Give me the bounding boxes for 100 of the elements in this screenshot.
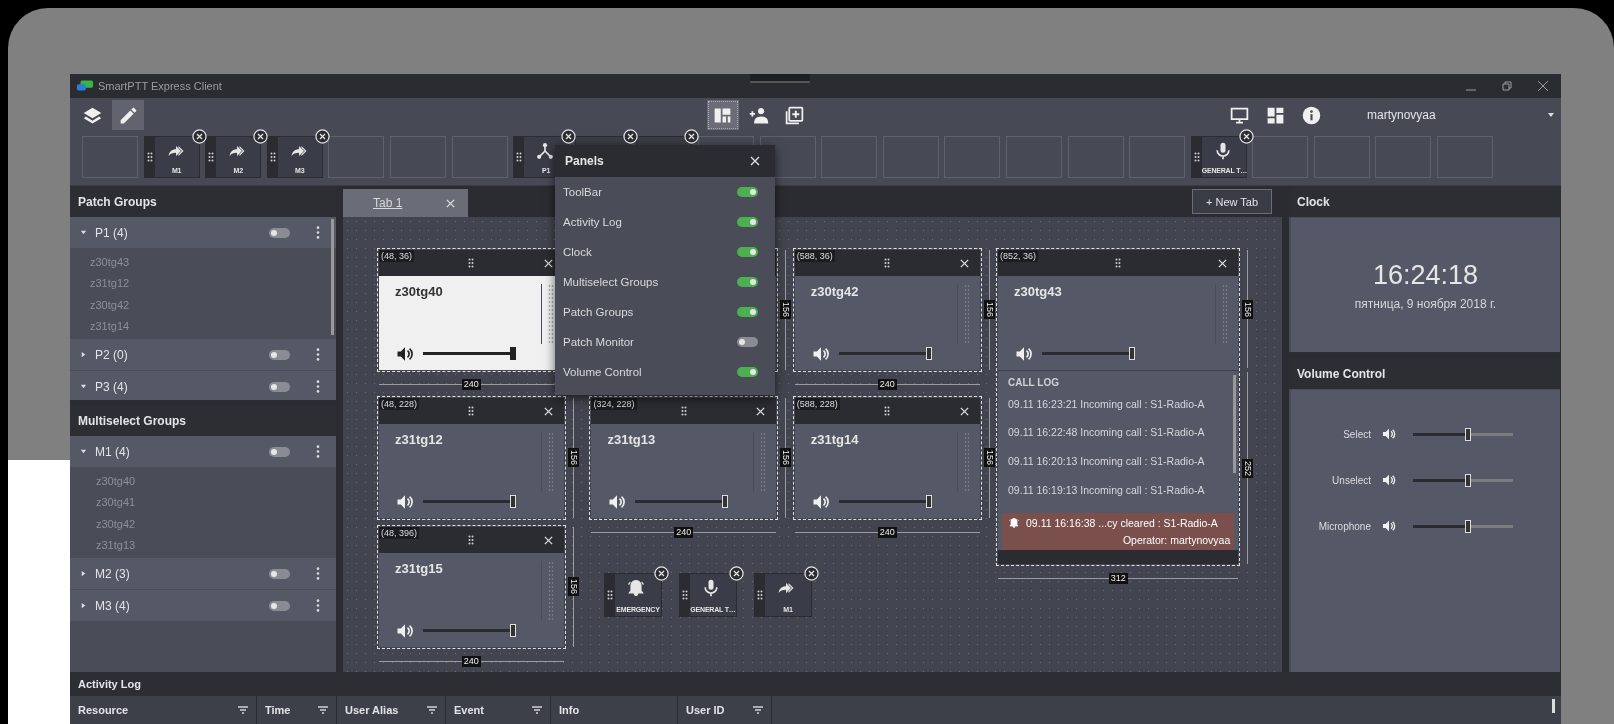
group-row[interactable]: P1 (4) bbox=[70, 217, 336, 249]
log-detail: Operator: martynovyaa bbox=[1121, 534, 1231, 549]
speaker-grill-icon bbox=[540, 560, 554, 621]
column-header[interactable]: User ID bbox=[678, 696, 772, 724]
pencil-icon[interactable] bbox=[112, 100, 144, 130]
log-entry[interactable]: 09.11 16:19:13 Incoming call : S1-Radio-A bbox=[1008, 483, 1231, 513]
toggle-switch[interactable] bbox=[269, 446, 290, 457]
speaker-icon[interactable] bbox=[1381, 426, 1397, 442]
group-row[interactable]: P3 (4) bbox=[70, 371, 336, 400]
group-name: P1 (4) bbox=[95, 225, 129, 240]
group-row[interactable]: M2 (3) bbox=[70, 558, 336, 590]
log-entry[interactable]: 09.11 16:20:13 Incoming call : S1-Radio-A bbox=[1008, 455, 1231, 484]
channel-name: z31tg15 bbox=[394, 560, 444, 576]
toggle-switch[interactable] bbox=[269, 227, 290, 238]
more-icon[interactable] bbox=[316, 226, 320, 239]
toggle-switch[interactable] bbox=[737, 277, 758, 287]
filter-icon[interactable] bbox=[238, 706, 248, 714]
scrollbar[interactable] bbox=[331, 219, 334, 335]
log-entry[interactable]: 09.11 16:23:21 Incoming call : S1-Radio-A bbox=[1008, 397, 1231, 427]
expand-arrow-icon[interactable] bbox=[80, 351, 87, 358]
column-header[interactable]: Resource bbox=[70, 696, 257, 724]
toggle-switch[interactable] bbox=[737, 337, 758, 347]
microphone-icon bbox=[701, 578, 721, 598]
speaker-grill-icon bbox=[956, 431, 970, 492]
restore-icon[interactable] bbox=[1501, 80, 1513, 92]
column-header[interactable]: Event bbox=[446, 696, 551, 724]
collapse-arrow-icon[interactable] bbox=[80, 448, 87, 455]
channel-widget[interactable]: (588, 228) z31tg14 bbox=[794, 397, 980, 518]
toggle-switch[interactable] bbox=[737, 307, 758, 317]
dimension-label: 156 bbox=[567, 448, 579, 468]
channel-widget[interactable] bbox=[998, 249, 1239, 564]
channel-widget[interactable]: (48, 396) z31tg15 bbox=[378, 526, 564, 647]
close-icon[interactable] bbox=[542, 534, 554, 546]
toggle-switch[interactable] bbox=[269, 349, 290, 360]
column-header[interactable]: Info bbox=[551, 696, 678, 724]
scrollbar[interactable] bbox=[1233, 374, 1237, 473]
filter-icon[interactable] bbox=[318, 706, 328, 714]
drag-grip[interactable] bbox=[750, 74, 810, 83]
filter-icon[interactable] bbox=[427, 706, 437, 714]
column-header[interactable]: Time bbox=[257, 696, 337, 724]
drag-handle-icon[interactable] bbox=[468, 405, 475, 416]
toggle-switch[interactable] bbox=[737, 217, 758, 227]
collapse-arrow-icon[interactable] bbox=[80, 383, 87, 390]
toggle-switch[interactable] bbox=[269, 568, 290, 579]
call-log-title: CALL LOG bbox=[1008, 376, 1060, 388]
drag-handle-icon[interactable] bbox=[680, 405, 687, 416]
more-icon[interactable] bbox=[316, 445, 320, 458]
channel-widget[interactable]: (48, 228) z31tg12 bbox=[378, 397, 564, 518]
more-icon[interactable] bbox=[316, 380, 320, 393]
column-header[interactable]: User Alias bbox=[337, 696, 446, 724]
layout-icon[interactable] bbox=[706, 100, 739, 130]
collapse-arrow-icon[interactable] bbox=[80, 229, 87, 236]
panel-title: Clock bbox=[1289, 186, 1560, 217]
channel-widget[interactable]: (324, 228) z31tg13 bbox=[591, 397, 777, 518]
drag-handle-icon[interactable] bbox=[468, 534, 475, 545]
drag-handle-icon[interactable] bbox=[146, 152, 153, 162]
drag-handle-icon[interactable] bbox=[884, 257, 891, 268]
group-row[interactable]: M1 (4) bbox=[70, 436, 336, 468]
drag-handle-icon[interactable] bbox=[757, 590, 763, 600]
toggle-switch[interactable] bbox=[269, 600, 290, 611]
drag-handle-icon[interactable] bbox=[269, 152, 276, 162]
panel-option: Patch Groups bbox=[563, 306, 634, 318]
filter-icon[interactable] bbox=[532, 706, 542, 714]
log-entry[interactable]: 09.11 16:22:48 Incoming call : S1-Radio-A bbox=[1008, 426, 1231, 456]
drag-handle-icon[interactable] bbox=[884, 405, 891, 416]
more-icon[interactable] bbox=[316, 599, 320, 612]
alert-entry[interactable]: 09.11 16:16:38 ...cy cleared : S1-Radio-A Operator: martynovyaa bbox=[1002, 512, 1235, 550]
filter-icon[interactable] bbox=[753, 706, 763, 714]
drag-handle-icon[interactable] bbox=[468, 257, 475, 268]
toggle-switch[interactable] bbox=[269, 381, 290, 392]
toggle-switch[interactable] bbox=[737, 187, 758, 197]
speaker-icon[interactable] bbox=[1381, 518, 1397, 534]
drag-handle-icon[interactable] bbox=[208, 152, 215, 162]
tab[interactable]: Tab 1 bbox=[343, 189, 468, 217]
drag-handle-icon[interactable] bbox=[682, 590, 688, 600]
volume-label: Microphone bbox=[1317, 520, 1371, 532]
drag-handle-icon[interactable] bbox=[1115, 257, 1122, 268]
dimension-label: 156 bbox=[1242, 299, 1254, 319]
expand-arrow-icon[interactable] bbox=[80, 602, 87, 609]
group-row[interactable]: M3 (4) bbox=[70, 590, 336, 622]
scrollbar[interactable] bbox=[1552, 699, 1555, 713]
caret-icon[interactable] bbox=[1547, 111, 1555, 119]
dimension-label: 240 bbox=[674, 526, 694, 538]
more-icon[interactable] bbox=[316, 348, 320, 361]
close-icon[interactable] bbox=[1537, 80, 1549, 92]
more-icon[interactable] bbox=[316, 567, 320, 580]
toggle-switch[interactable] bbox=[737, 247, 758, 257]
drag-handle-icon[interactable] bbox=[1193, 152, 1200, 162]
group-row[interactable]: P2 (0) bbox=[70, 339, 336, 371]
new-tab-button[interactable]: + New Tab bbox=[1192, 189, 1272, 214]
toggle-switch[interactable] bbox=[737, 367, 758, 377]
user-menu[interactable]: martynovyaa bbox=[1361, 107, 1541, 123]
channel-widget[interactable]: (588, 36) z30tg42 bbox=[794, 249, 980, 370]
panel-title: Patch Groups bbox=[70, 186, 336, 217]
tab-label[interactable]: Tab 1 bbox=[373, 196, 403, 210]
expand-arrow-icon[interactable] bbox=[80, 570, 87, 577]
drag-handle-icon[interactable] bbox=[607, 590, 613, 600]
drag-handle-icon[interactable] bbox=[516, 152, 523, 162]
speaker-icon[interactable] bbox=[1381, 472, 1397, 488]
window-title: SmartPTT Express Client bbox=[98, 80, 222, 92]
